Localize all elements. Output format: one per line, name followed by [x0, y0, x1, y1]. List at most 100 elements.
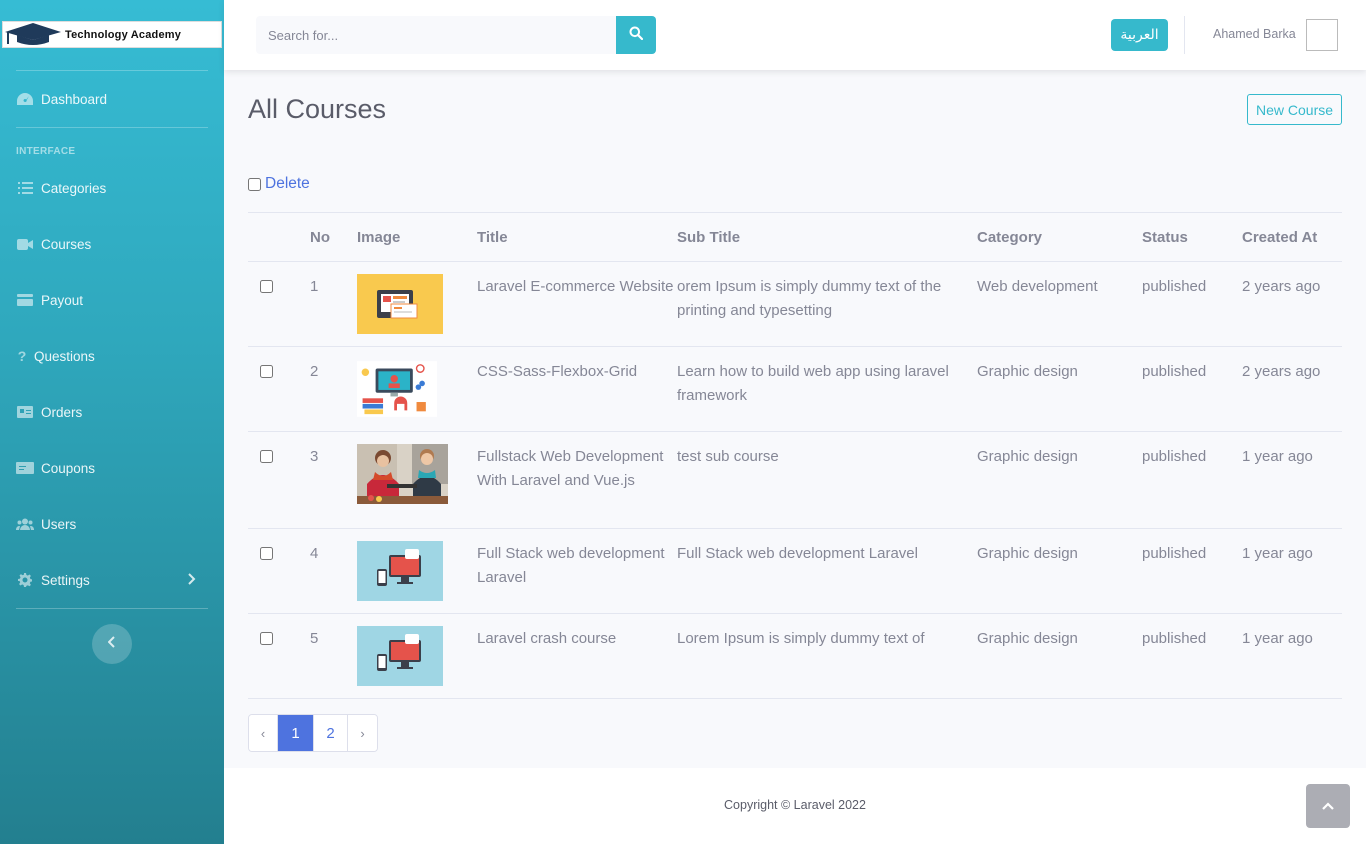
sidebar-item-label: Courses — [41, 236, 92, 252]
topbar: العربية Ahamed Barka — [224, 0, 1366, 70]
gear-icon — [16, 573, 34, 587]
row-no: 5 — [310, 613, 357, 699]
scroll-to-top-button[interactable] — [1306, 784, 1350, 828]
brand-name: Technology Academy — [65, 28, 182, 41]
sidebar-divider — [16, 127, 208, 128]
id-card-icon — [16, 405, 34, 419]
search-input[interactable] — [256, 16, 616, 54]
search-button[interactable] — [616, 16, 656, 54]
brand-logo[interactable]: Technology Academy — [2, 21, 222, 48]
user-name[interactable]: Ahamed Barka — [1213, 27, 1296, 41]
copyright: Copyright © Laravel 2022 — [724, 798, 866, 812]
row-category: Graphic design — [977, 346, 1142, 432]
course-thumbnail — [357, 361, 437, 417]
sidebar-toggle-button[interactable] — [92, 624, 132, 664]
row-image-cell — [357, 431, 477, 529]
sidebar-item-label: Coupons — [41, 460, 96, 476]
table-row[interactable]: 1 Laravel E-commerce Website orem Ipsum … — [248, 261, 1342, 347]
table-row[interactable]: 5 Laravel crash course Lorem Ipsum is si… — [248, 613, 1342, 699]
row-category: Graphic design — [977, 613, 1142, 699]
row-select-cell — [248, 431, 310, 529]
header-category: Category — [977, 212, 1142, 262]
row-checkbox[interactable] — [260, 632, 273, 645]
credit-card-icon — [16, 293, 34, 307]
table-row[interactable]: 3 Fullstack Web Development With Laravel… — [248, 431, 1342, 529]
header-status: Status — [1142, 212, 1242, 262]
row-created-at: 1 year ago — [1242, 528, 1342, 614]
graduation-cap-icon — [3, 21, 65, 48]
page-title: All Courses — [248, 94, 387, 124]
header-created-at: Created At — [1242, 212, 1342, 262]
sidebar-heading: INTERFACE — [16, 146, 76, 157]
select-all-checkbox[interactable] — [248, 177, 261, 191]
row-checkbox[interactable] — [260, 547, 273, 560]
footer: Copyright © Laravel 2022 — [224, 768, 1366, 844]
search-icon — [629, 26, 644, 45]
row-status: published — [1142, 261, 1242, 347]
table-row[interactable]: 4 Full Stack web development Laravel Ful… — [248, 528, 1342, 614]
sidebar-item-dashboard[interactable]: Dashboard — [16, 87, 216, 111]
row-image-cell — [357, 528, 477, 614]
pagination-page-2[interactable]: 2 — [314, 715, 348, 751]
row-checkbox[interactable] — [260, 450, 273, 463]
row-title: Fullstack Web Development With Laravel a… — [477, 431, 677, 529]
chevron-right-icon — [188, 572, 196, 588]
row-status: published — [1142, 431, 1242, 529]
row-checkbox[interactable] — [260, 365, 273, 378]
row-status: published — [1142, 528, 1242, 614]
row-no: 3 — [310, 431, 357, 529]
row-sub-title: Learn how to build web app using laravel… — [677, 346, 977, 432]
avatar[interactable] — [1306, 19, 1338, 51]
courses-table: No Image Title Sub Title Category Status… — [248, 212, 1342, 699]
sidebar: Technology Academy Dashboard INTERFACE C… — [0, 0, 224, 844]
row-category: Web development — [977, 261, 1142, 347]
pagination: ‹ 1 2 › — [248, 714, 378, 752]
row-status: published — [1142, 346, 1242, 432]
list-icon — [16, 181, 34, 195]
row-status: published — [1142, 613, 1242, 699]
sidebar-item-orders[interactable]: Orders — [16, 400, 216, 424]
sidebar-item-label: Users — [41, 516, 77, 532]
sidebar-item-label: Settings — [41, 572, 90, 588]
course-thumbnail — [357, 274, 443, 334]
row-created-at: 2 years ago — [1242, 346, 1342, 432]
row-category: Graphic design — [977, 431, 1142, 529]
row-sub-title: Lorem Ipsum is simply dummy text of — [677, 613, 977, 699]
bulk-actions: Delete — [248, 175, 310, 193]
row-created-at: 1 year ago — [1242, 431, 1342, 529]
chevron-left-icon — [107, 635, 116, 653]
new-course-button[interactable]: New Course — [1247, 94, 1342, 125]
row-select-cell — [248, 528, 310, 614]
pagination-next[interactable]: › — [348, 715, 377, 751]
table-row[interactable]: 2 CSS-Sass-Flexbox-Grid Learn how to bui… — [248, 346, 1342, 432]
sidebar-item-questions[interactable]: ? Questions — [16, 344, 216, 368]
sidebar-item-courses[interactable]: Courses — [16, 232, 216, 256]
sidebar-item-label: Payout — [41, 292, 84, 308]
sidebar-item-categories[interactable]: Categories — [16, 176, 216, 200]
row-image-cell — [357, 613, 477, 699]
row-checkbox[interactable] — [260, 280, 273, 293]
sidebar-item-coupons[interactable]: Coupons — [16, 456, 216, 480]
pagination-page-1[interactable]: 1 — [278, 715, 314, 751]
chevron-up-icon — [1322, 797, 1334, 815]
delete-link[interactable]: Delete — [265, 175, 310, 193]
header-no: No — [310, 212, 357, 262]
row-title: Full Stack web development Laravel — [477, 528, 677, 614]
header-title: Title — [477, 212, 677, 262]
sidebar-item-payout[interactable]: Payout — [16, 288, 216, 312]
video-icon — [16, 237, 34, 251]
search-form — [256, 16, 656, 54]
course-thumbnail — [357, 444, 448, 504]
row-title: Laravel crash course — [477, 613, 677, 699]
pagination-prev[interactable]: ‹ — [249, 715, 278, 751]
row-created-at: 1 year ago — [1242, 613, 1342, 699]
sidebar-item-settings[interactable]: Settings — [16, 568, 216, 592]
row-image-cell — [357, 346, 477, 432]
sidebar-item-users[interactable]: Users — [16, 512, 216, 536]
row-no: 2 — [310, 346, 357, 432]
header-image: Image — [357, 212, 477, 262]
sidebar-item-label: Dashboard — [41, 91, 108, 107]
row-title: CSS-Sass-Flexbox-Grid — [477, 346, 677, 432]
users-icon — [16, 517, 34, 531]
language-button[interactable]: العربية — [1111, 19, 1168, 51]
